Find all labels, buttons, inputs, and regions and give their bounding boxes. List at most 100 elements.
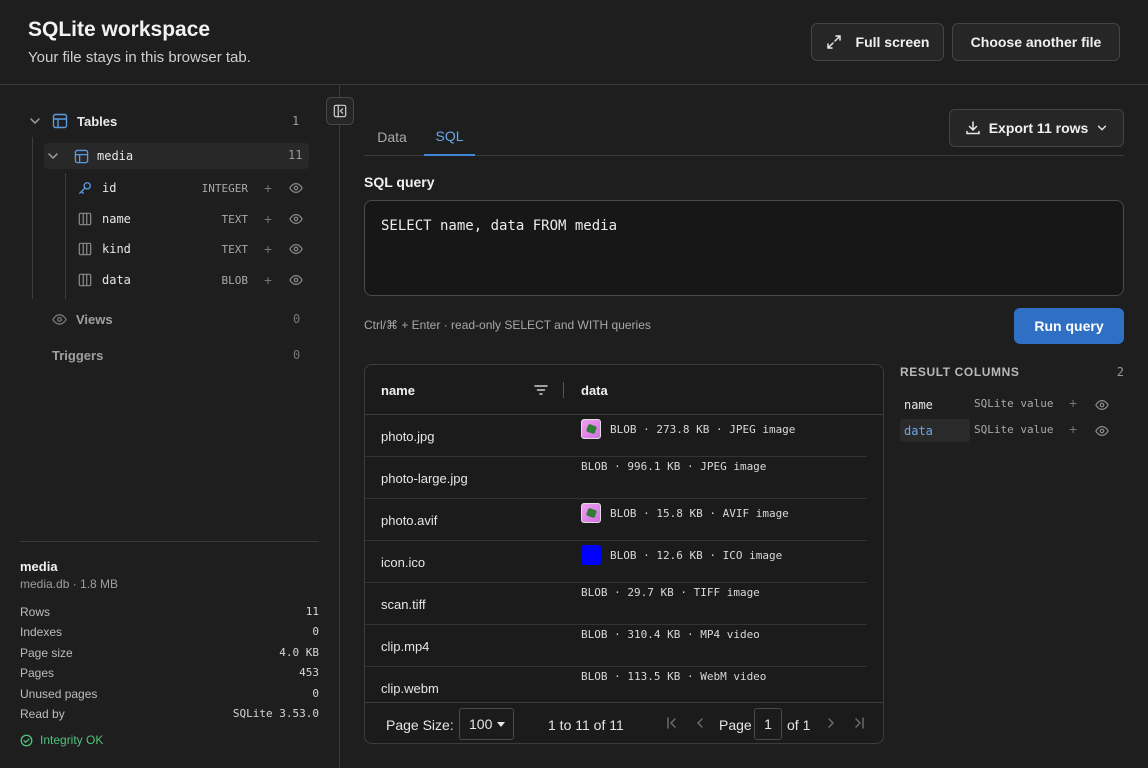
tab-sql[interactable]: SQL: [424, 118, 475, 156]
info-row-unused-pages: Unused pages 0: [20, 687, 319, 701]
full-screen-label: Full screen: [855, 34, 930, 50]
last-page-icon[interactable]: [852, 716, 866, 730]
image-thumbnail-icon: [581, 419, 601, 439]
table-row[interactable]: icon.ico BLOB · 12.6 KB · ICO image: [365, 541, 867, 583]
page-number-input[interactable]: 1: [754, 708, 782, 740]
column-icon: [78, 212, 92, 226]
column-resize-handle[interactable]: [563, 382, 564, 398]
cell-name: clip.mp4: [381, 639, 430, 654]
eye-icon[interactable]: [1095, 424, 1109, 438]
page-number-value: 1: [764, 716, 772, 732]
plus-icon[interactable]: +: [1069, 421, 1077, 437]
info-value: SQLite 3.53.0: [232, 707, 319, 720]
table-item-media[interactable]: media: [44, 143, 309, 169]
caret-down-icon: [496, 719, 506, 729]
info-row-page-size: Page size 4.0 KB: [20, 646, 319, 660]
chevron-down-icon: [1096, 122, 1108, 134]
prev-page-icon[interactable]: [693, 716, 707, 730]
column-type: INTEGER: [201, 181, 248, 195]
table-row[interactable]: photo.avif BLOB · 15.8 KB · AVIF image: [365, 499, 867, 541]
column-icon: [78, 242, 92, 256]
views-section[interactable]: Views: [52, 309, 113, 329]
eye-icon[interactable]: [1095, 398, 1109, 412]
info-row-rows: Rows 11: [20, 605, 319, 619]
sql-query-label: SQL query: [364, 174, 435, 190]
full-screen-button[interactable]: Full screen: [811, 23, 944, 61]
result-column-type: SQLite value: [974, 397, 1054, 410]
plus-icon[interactable]: +: [264, 180, 272, 196]
page-size-label: Page Size:: [386, 717, 454, 733]
triggers-count: 0: [293, 348, 301, 362]
table-row[interactable]: photo-large.jpg BLOB · 996.1 KB · JPEG i…: [365, 457, 867, 499]
info-row-indexes: Indexes 0: [20, 625, 319, 639]
image-thumbnail-icon: [581, 545, 601, 565]
info-value: 453: [299, 666, 319, 679]
row-range: 1 to 11 of 11: [548, 717, 624, 733]
page-total: of 1: [787, 717, 811, 733]
eye-icon[interactable]: [289, 242, 303, 256]
column-item-kind[interactable]: kind TEXT +: [76, 237, 308, 261]
result-column-type: SQLite value: [974, 423, 1054, 436]
collapse-sidebar-button[interactable]: [326, 97, 354, 125]
triggers-section[interactable]: Triggers: [52, 345, 103, 365]
first-page-icon[interactable]: [665, 716, 679, 730]
plus-icon[interactable]: +: [264, 272, 272, 288]
choose-file-label: Choose another file: [970, 34, 1102, 50]
result-columns-title: RESULT COLUMNS: [900, 365, 1020, 379]
plus-icon[interactable]: +: [1069, 395, 1077, 411]
choose-file-button[interactable]: Choose another file: [952, 23, 1120, 61]
cell-name: photo.avif: [381, 513, 438, 528]
blob-summary: BLOB · 310.4 KB · MP4 video: [581, 628, 760, 641]
table-row[interactable]: scan.tiff BLOB · 29.7 KB · TIFF image: [365, 583, 867, 625]
plus-icon[interactable]: +: [264, 241, 272, 257]
blob-summary: BLOB · 113.5 KB · WebM video: [581, 670, 767, 683]
next-page-icon[interactable]: [824, 716, 838, 730]
key-icon: [78, 181, 92, 195]
tree-guide-line: [65, 173, 66, 299]
table-row[interactable]: clip.webm BLOB · 113.5 KB · WebM video: [365, 667, 867, 702]
cell-data: BLOB · 273.8 KB · JPEG image: [581, 419, 795, 439]
database-info-panel: media media.db · 1.8 MB Rows 11 Indexes …: [20, 541, 319, 747]
tab-data[interactable]: Data: [364, 118, 420, 156]
views-count: 0: [293, 312, 301, 326]
table-row[interactable]: clip.mp4 BLOB · 310.4 KB · MP4 video: [365, 625, 867, 667]
sql-query-editor[interactable]: SELECT name, data FROM media: [364, 200, 1124, 296]
info-file-summary: media.db · 1.8 MB: [20, 577, 119, 591]
export-rows-button[interactable]: Export 11 rows: [949, 109, 1124, 147]
chevron-down-icon: [46, 149, 60, 163]
table-row[interactable]: photo.jpg BLOB · 273.8 KB · JPEG image: [365, 415, 867, 457]
column-type: TEXT: [221, 212, 249, 226]
eye-icon[interactable]: [289, 212, 303, 226]
info-label: Pages: [20, 666, 55, 680]
table-icon: [74, 149, 89, 164]
eye-icon[interactable]: [289, 181, 303, 195]
cell-data: BLOB · 29.7 KB · TIFF image: [581, 586, 760, 599]
app-header: SQLite workspace Your file stays in this…: [0, 0, 1148, 85]
eye-icon[interactable]: [289, 273, 303, 287]
export-label: Export 11 rows: [988, 120, 1089, 136]
result-column-name: data: [900, 419, 970, 442]
plus-icon[interactable]: +: [264, 211, 272, 227]
cell-data: BLOB · 15.8 KB · AVIF image: [581, 503, 789, 523]
result-column-item[interactable]: name SQLite value +: [900, 393, 1124, 416]
page-size-select[interactable]: 100: [459, 708, 514, 740]
column-item-name[interactable]: name TEXT +: [76, 207, 308, 231]
info-table-name: media: [20, 559, 58, 574]
column-header-name[interactable]: name: [381, 383, 415, 398]
result-columns-count: 2: [1116, 365, 1124, 379]
cell-name: photo.jpg: [381, 429, 435, 444]
cell-name: icon.ico: [381, 555, 426, 570]
run-query-button[interactable]: Run query: [1014, 308, 1124, 344]
tables-section-toggle[interactable]: Tables: [28, 111, 117, 131]
views-label: Views: [76, 311, 113, 327]
info-row-read-by: Read by SQLite 3.53.0: [20, 707, 319, 721]
chevron-down-icon: [28, 114, 42, 128]
column-header-data[interactable]: data: [581, 383, 608, 398]
column-item-id[interactable]: id INTEGER +: [76, 176, 308, 200]
info-value: 4.0 KB: [279, 646, 319, 659]
info-value: 0: [312, 687, 319, 700]
result-column-item[interactable]: data SQLite value +: [900, 419, 1124, 442]
filter-icon[interactable]: [533, 382, 549, 398]
column-item-data[interactable]: data BLOB +: [76, 268, 308, 292]
column-type: BLOB: [221, 273, 249, 287]
